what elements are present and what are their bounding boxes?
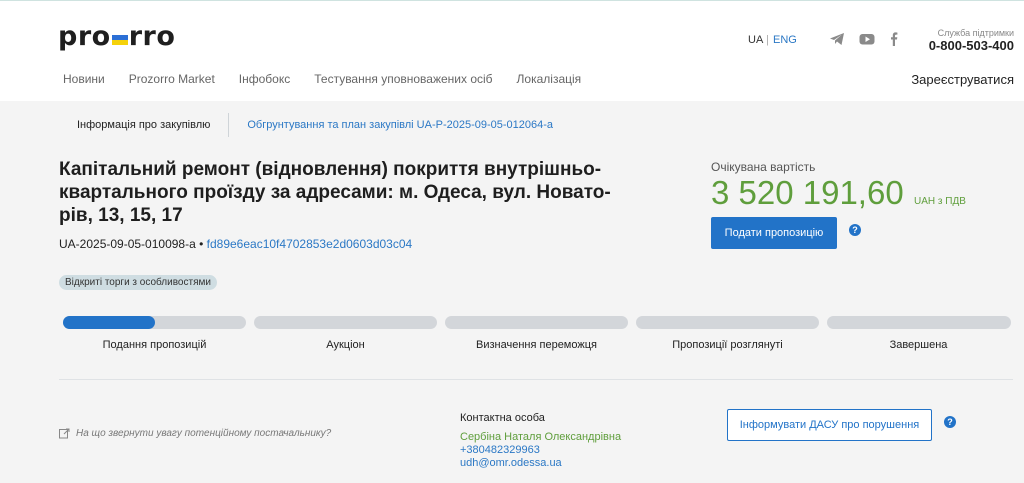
facebook-icon[interactable] — [886, 32, 902, 46]
section-divider — [59, 379, 1013, 380]
expected-value-label: Очікувана вартість — [711, 160, 816, 174]
tender-tabs: Інформація про закупівлю Обгрунтування т… — [59, 111, 553, 139]
support-phone[interactable]: 0-800-503-400 — [929, 38, 1014, 53]
lang-eng[interactable]: ENG — [773, 34, 797, 46]
stage-bar-winner — [445, 316, 628, 329]
procedure-badge: Відкриті торги з особливостями — [59, 275, 217, 290]
ukraine-flag-icon — [111, 34, 128, 45]
stage-label-winner: Визначення переможця — [476, 339, 597, 351]
report-dasu-button[interactable]: Інформувати ДАСУ про порушення — [727, 409, 932, 441]
stage-bar-complete — [827, 316, 1011, 329]
nav-item-market[interactable]: Prozorro Market — [129, 72, 215, 86]
help-icon[interactable]: ? — [944, 416, 956, 428]
id-separator: • — [199, 237, 204, 251]
logo-text-right: rro — [128, 21, 176, 52]
contact-phone[interactable]: +380482329963 — [460, 444, 540, 456]
telegram-icon[interactable] — [829, 32, 845, 46]
main-nav: Новини Prozorro Market Інфобокс Тестуван… — [63, 72, 605, 86]
lang-separator: | — [766, 34, 769, 46]
tender-title: Капітальний ремонт (відновлення) покритт… — [59, 159, 611, 226]
tender-page: Інформація про закупівлю Обгрунтування т… — [0, 101, 1024, 483]
stage-label-reviewed: Пропозиції розглянуті — [672, 339, 783, 351]
supplier-attention-text: На що звернути увагу потенційному постач… — [76, 428, 332, 439]
nav-item-news[interactable]: Новини — [63, 72, 105, 86]
contact-email[interactable]: udh@omr.odessa.ua — [460, 457, 562, 469]
expected-value: 3 520 191,60 — [711, 174, 904, 211]
nav-item-infobox[interactable]: Інфобокс — [239, 72, 290, 86]
tender-id: UA-2025-09-05-010098-a — [59, 237, 196, 251]
tab-plan[interactable]: Обгрунтування та план закупівлі UA-P-202… — [229, 119, 553, 131]
nav-item-localization[interactable]: Локалізація — [517, 72, 582, 86]
stage-label-submission: Подання пропозицій — [102, 339, 207, 351]
stage-bar-reviewed — [636, 316, 819, 329]
tender-ids: UA-2025-09-05-010098-a • fd89e6eac10f470… — [59, 237, 412, 251]
contact-name: Сербіна Наталя Олександрівна — [460, 431, 622, 443]
expected-currency: UAH з ПДВ — [914, 196, 966, 207]
site-header: pro rro UA | ENG Служба підтримки 0-800-… — [0, 0, 1024, 101]
external-link-icon — [59, 428, 70, 439]
register-link[interactable]: Зареєструватися — [911, 72, 1014, 87]
stage-bar-fill — [63, 316, 155, 329]
help-icon[interactable]: ? — [849, 224, 861, 236]
stage-label-auction: Аукціон — [326, 339, 365, 351]
stage-bar-auction — [254, 316, 437, 329]
prozorro-logo[interactable]: pro rro — [58, 21, 175, 52]
logo-text-left: pro — [58, 21, 111, 52]
tender-hash-link[interactable]: fd89e6eac10f4702853e2d0603d03c04 — [207, 237, 413, 251]
lang-ua[interactable]: UA — [748, 34, 763, 46]
youtube-icon[interactable] — [859, 32, 875, 46]
nav-item-testing[interactable]: Тестування уповноважених осіб — [314, 72, 492, 86]
support-label: Служба підтримки — [937, 28, 1014, 38]
supplier-attention-link[interactable]: На що звернути увагу потенційному постач… — [59, 428, 331, 439]
tab-info[interactable]: Інформація про закупівлю — [59, 113, 230, 137]
submit-proposal-button[interactable]: Подати пропозицію — [711, 217, 837, 249]
stage-label-complete: Завершена — [889, 339, 948, 351]
contact-title: Контактна особа — [460, 412, 545, 424]
stage-bar-submission — [63, 316, 246, 329]
